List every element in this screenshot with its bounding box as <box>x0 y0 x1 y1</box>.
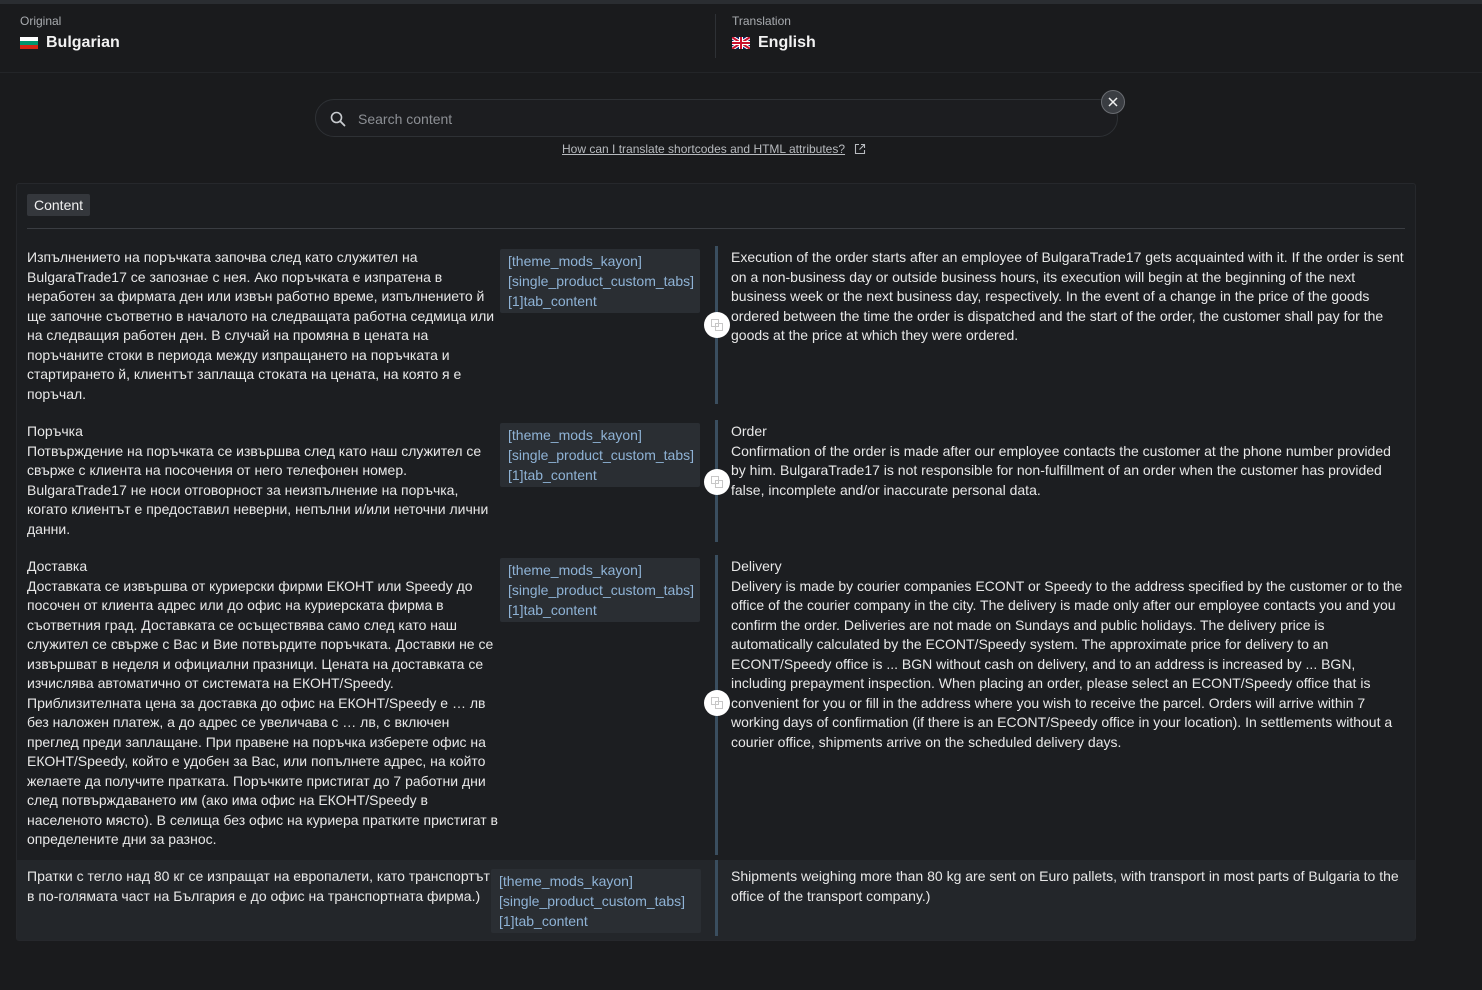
source-title: Доставка <box>27 558 88 574</box>
context-tag: [1]tab_content <box>499 913 588 929</box>
target-body: Confirmation of the order is made after … <box>731 442 1391 498</box>
search-input[interactable] <box>356 100 1100 138</box>
source-text: Доставка Доставката се извършва от курие… <box>27 557 499 850</box>
tab-content[interactable]: Content <box>27 194 91 216</box>
translation-language-column: Translation English <box>732 14 816 52</box>
original-language: Bulgarian <box>20 34 120 52</box>
context-tag: [single_product_custom_tabs] <box>508 273 694 289</box>
context-tag: [1]tab_content <box>508 602 597 618</box>
source-text: Пратки с тегло над 80 кг се изпращат на … <box>27 868 490 904</box>
target-text[interactable]: Delivery Delivery is made by courier com… <box>731 557 1407 752</box>
translate-icon <box>711 476 723 488</box>
search-icon <box>330 111 346 132</box>
copy-source-button[interactable] <box>704 312 730 338</box>
search-box <box>315 99 1118 138</box>
original-language-name: Bulgarian <box>46 34 120 51</box>
copy-source-button[interactable] <box>704 469 730 495</box>
context-tag: [single_product_custom_tabs] <box>508 447 694 463</box>
translate-icon <box>711 697 723 709</box>
context-tag: [theme_mods_kayon] <box>508 427 642 443</box>
header-separator <box>0 72 1482 73</box>
external-link-icon <box>854 143 866 155</box>
target-text[interactable]: Shipments weighing more than 80 kg are s… <box>731 867 1407 906</box>
translation-language-name: English <box>758 34 816 51</box>
target-title: Delivery <box>731 558 782 574</box>
translation-panel: Content Изпълнението на поръчката започв… <box>16 183 1416 941</box>
help-link-text: How can I translate shortcodes and HTML … <box>562 142 846 156</box>
translation-row: Поръчка Потвърждение на поръчката се изв… <box>17 420 1415 542</box>
context-tag: [theme_mods_kayon] <box>499 873 633 889</box>
source-body: Потвърждение на поръчката се извършва сл… <box>27 442 489 537</box>
context-tag: [theme_mods_kayon] <box>508 253 642 269</box>
translation-row: Изпълнението на поръчката започва след к… <box>17 246 1415 404</box>
context-tag: [1]tab_content <box>508 467 597 483</box>
translation-row: Доставка Доставката се извършва от курие… <box>17 555 1415 855</box>
target-text[interactable]: Order Confirmation of the order is made … <box>731 422 1407 500</box>
context-tag: [single_product_custom_tabs] <box>499 893 685 909</box>
source-body: Доставката се извършва от куриерски фирм… <box>27 577 498 848</box>
translate-icon <box>711 319 723 331</box>
context-tags: [theme_mods_kayon] [single_product_custo… <box>500 423 700 487</box>
target-title: Order <box>731 423 767 439</box>
original-label: Original <box>20 14 62 28</box>
copy-source-button[interactable] <box>704 690 730 716</box>
row-divider <box>715 860 718 936</box>
clear-search-button[interactable] <box>1101 90 1125 114</box>
tab-underline <box>27 228 1405 229</box>
target-text[interactable]: Execution of the order starts after an e… <box>731 248 1407 346</box>
source-title: Поръчка <box>27 423 83 439</box>
translation-label: Translation <box>732 14 791 28</box>
source-text: Поръчка Потвърждение на поръчката се изв… <box>27 422 499 539</box>
context-tag: [1]tab_content <box>508 293 597 309</box>
help-link[interactable]: How can I translate shortcodes and HTML … <box>562 142 866 156</box>
context-tags: [theme_mods_kayon] [single_product_custo… <box>500 249 700 313</box>
uk-flag-icon <box>732 37 750 49</box>
close-icon <box>1108 97 1118 107</box>
context-tags: [theme_mods_kayon] [single_product_custo… <box>500 558 700 622</box>
source-text: Изпълнението на поръчката започва след к… <box>27 249 495 402</box>
context-tag: [single_product_custom_tabs] <box>508 582 694 598</box>
translation-row-selected[interactable]: Пратки с тегло над 80 кг се изпращат на … <box>17 860 1415 940</box>
header-divider <box>715 14 716 58</box>
context-tags: [theme_mods_kayon] [single_product_custo… <box>491 869 701 933</box>
translation-language: English <box>732 34 816 52</box>
context-tag: [theme_mods_kayon] <box>508 562 642 578</box>
target-body: Delivery is made by courier companies EC… <box>731 577 1403 750</box>
bulgaria-flag-icon <box>20 37 38 49</box>
top-bar <box>0 0 1482 4</box>
original-language-column: Original Bulgarian <box>20 14 120 52</box>
